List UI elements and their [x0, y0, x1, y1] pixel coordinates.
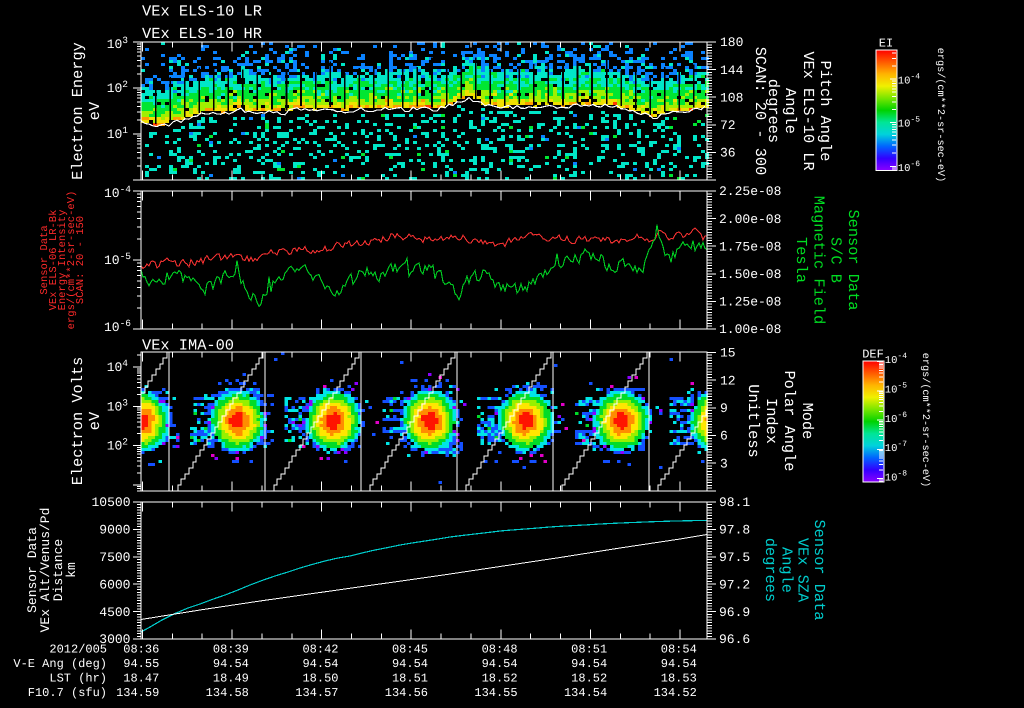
- svg-text:DEF: DEF: [862, 348, 884, 362]
- svg-text:94.55: 94.55: [123, 657, 159, 671]
- svg-text:08:54: 08:54: [661, 643, 697, 657]
- svg-text:08:48: 08:48: [482, 643, 518, 657]
- svg-text:EI: EI: [879, 37, 893, 51]
- svg-text:V-E Ang (deg): V-E Ang (deg): [13, 657, 107, 671]
- svg-text:134.52: 134.52: [654, 686, 697, 700]
- svg-text:degrees: degrees: [761, 538, 779, 602]
- svg-text:Sensor Data: Sensor Data: [844, 210, 862, 311]
- svg-text:1.75e-08: 1.75e-08: [719, 239, 781, 254]
- svg-text:18.49: 18.49: [213, 672, 249, 686]
- svg-text:Magnetic Field: Magnetic Field: [809, 196, 827, 325]
- svg-text:96.9: 96.9: [719, 605, 750, 620]
- svg-text:SCAN: 20 - 300: SCAN: 20 - 300: [751, 47, 769, 176]
- svg-text:2012/005: 2012/005: [49, 643, 107, 657]
- svg-text:3: 3: [720, 456, 728, 471]
- svg-text:ergs/(cm**2-sr-sec-eV): ergs/(cm**2-sr-sec-eV): [934, 48, 946, 183]
- svg-text:08:51: 08:51: [571, 643, 607, 657]
- svg-text:134.58: 134.58: [206, 686, 249, 700]
- svg-text:18.52: 18.52: [571, 672, 607, 686]
- svg-text:134.54: 134.54: [564, 686, 607, 700]
- svg-text:2.25e-08: 2.25e-08: [719, 184, 781, 199]
- svg-text:94.54: 94.54: [482, 657, 518, 671]
- svg-text:96.6: 96.6: [719, 632, 750, 647]
- svg-text:VEx SZA: VEx SZA: [794, 538, 812, 603]
- svg-text:2.00e-08: 2.00e-08: [719, 212, 781, 227]
- svg-text:eV: eV: [86, 101, 104, 120]
- svg-text:VEx ELS-10 LR: VEx ELS-10 LR: [799, 51, 817, 170]
- svg-text:Mode: Mode: [798, 403, 816, 440]
- svg-text:08:39: 08:39: [213, 643, 249, 657]
- svg-text:6000: 6000: [99, 577, 130, 592]
- svg-text:6: 6: [720, 429, 728, 444]
- svg-text:VEx IMA-00: VEx IMA-00: [142, 337, 234, 355]
- svg-text:18.53: 18.53: [661, 672, 697, 686]
- svg-text:Pitch Angle: Pitch Angle: [816, 61, 834, 162]
- svg-text:LST (hr): LST (hr): [49, 672, 107, 686]
- svg-text:180: 180: [720, 35, 743, 50]
- svg-text:94.54: 94.54: [213, 657, 249, 671]
- svg-text:9000: 9000: [99, 523, 130, 538]
- svg-text:Electron Volts: Electron Volts: [69, 357, 87, 486]
- svg-text:97.8: 97.8: [719, 523, 750, 538]
- svg-text:18.52: 18.52: [482, 672, 518, 686]
- svg-text:Index: Index: [762, 398, 780, 444]
- svg-text:18.50: 18.50: [302, 672, 338, 686]
- svg-text:4500: 4500: [99, 605, 130, 620]
- svg-text:08:36: 08:36: [123, 643, 159, 657]
- svg-text:S/C B: S/C B: [827, 237, 845, 283]
- svg-text:Tesla: Tesla: [792, 237, 810, 283]
- svg-text:134.59: 134.59: [116, 686, 159, 700]
- svg-text:108: 108: [720, 90, 743, 105]
- svg-text:97.2: 97.2: [719, 577, 750, 592]
- svg-text:ergs/(cm**2-sr-sec-eV): ergs/(cm**2-sr-sec-eV): [919, 353, 931, 488]
- svg-text:eV: eV: [86, 411, 104, 430]
- svg-text:97.5: 97.5: [719, 550, 750, 565]
- svg-text:VEx ELS-10 HR: VEx ELS-10 HR: [142, 25, 262, 43]
- svg-text:9: 9: [720, 401, 728, 416]
- svg-text:F10.7 (sfu): F10.7 (sfu): [28, 686, 107, 700]
- svg-text:18.51: 18.51: [392, 672, 428, 686]
- svg-text:1.50e-08: 1.50e-08: [719, 267, 781, 282]
- svg-text:134.56: 134.56: [385, 686, 428, 700]
- svg-text:144: 144: [720, 63, 744, 78]
- svg-text:94.54: 94.54: [661, 657, 697, 671]
- svg-text:134.57: 134.57: [295, 686, 338, 700]
- svg-text:36: 36: [720, 146, 736, 161]
- svg-text:1.25e-08: 1.25e-08: [719, 295, 781, 310]
- svg-text:134.55: 134.55: [474, 686, 517, 700]
- svg-text:94.54: 94.54: [392, 657, 428, 671]
- svg-text:18.47: 18.47: [123, 672, 159, 686]
- svg-text:08:42: 08:42: [302, 643, 338, 657]
- svg-text:94.54: 94.54: [571, 657, 607, 671]
- svg-text:08:45: 08:45: [392, 643, 428, 657]
- svg-text:7500: 7500: [99, 550, 130, 565]
- svg-text:Polar Angle: Polar Angle: [780, 371, 798, 472]
- svg-text:94.54: 94.54: [302, 657, 338, 671]
- svg-text:12: 12: [720, 373, 736, 388]
- svg-text:15: 15: [720, 346, 736, 361]
- svg-text:Electron Energy: Electron Energy: [69, 42, 87, 180]
- svg-text:1.00e-08: 1.00e-08: [719, 322, 781, 337]
- svg-text:98.1: 98.1: [719, 495, 750, 510]
- svg-text:72: 72: [720, 118, 736, 133]
- svg-text:km: km: [64, 562, 79, 578]
- svg-text:Unitless: Unitless: [744, 384, 762, 457]
- svg-text:Angle: Angle: [777, 547, 795, 593]
- svg-text:VEx ELS-10 LR: VEx ELS-10 LR: [142, 3, 262, 21]
- svg-text:Angle: Angle: [781, 88, 799, 134]
- svg-text:10500: 10500: [91, 495, 130, 510]
- svg-text:SCAN: 20 - 150: SCAN: 20 - 150: [75, 216, 87, 304]
- svg-text:Sensor Data: Sensor Data: [810, 520, 828, 621]
